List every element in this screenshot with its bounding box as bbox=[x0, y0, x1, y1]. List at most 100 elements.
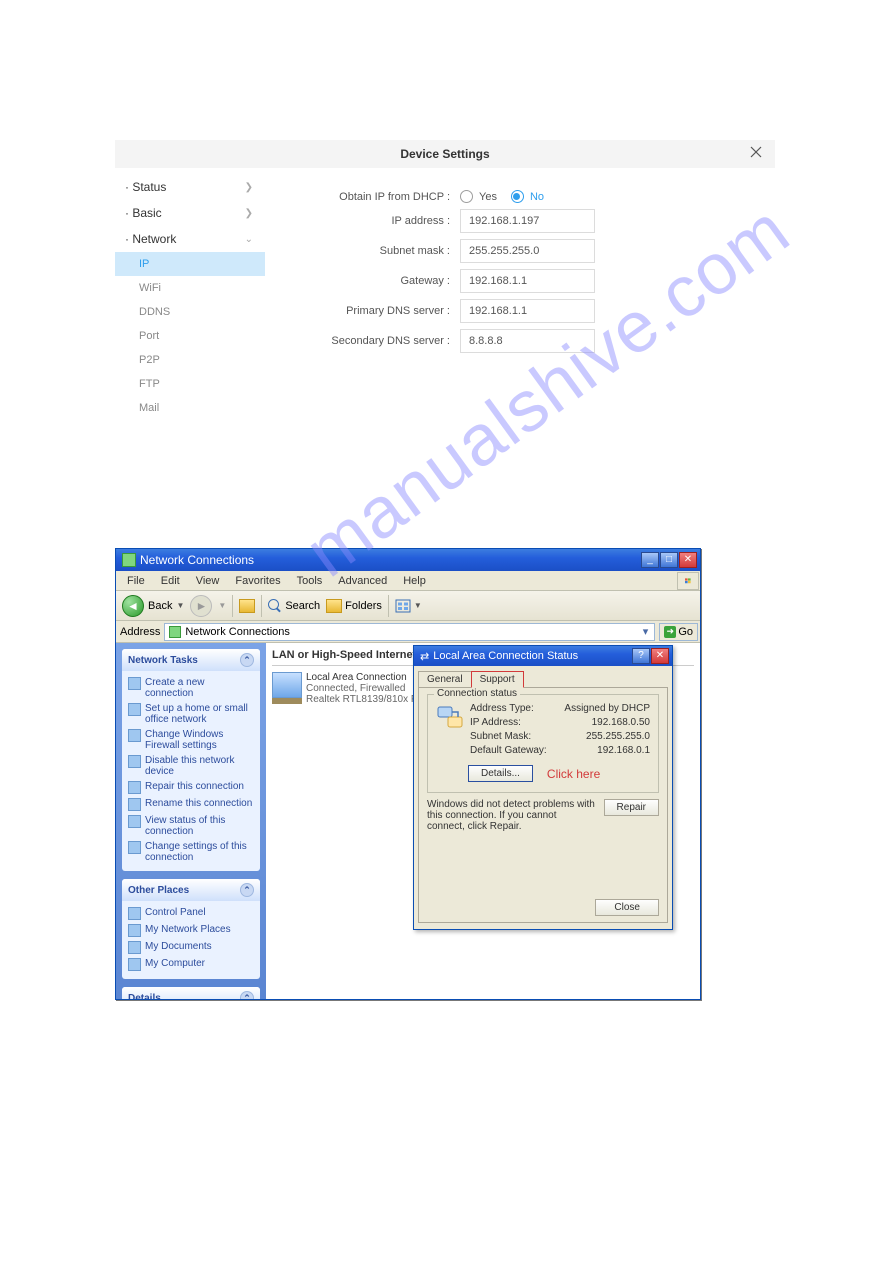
subnet-input[interactable] bbox=[460, 239, 595, 263]
menu-tools[interactable]: Tools bbox=[290, 573, 330, 589]
maximize-button[interactable]: □ bbox=[660, 552, 678, 568]
task-icon bbox=[128, 841, 141, 854]
task-repair[interactable]: Repair this connection bbox=[128, 779, 254, 796]
nav-basic-label: · Basic bbox=[125, 206, 162, 220]
lan-icon bbox=[272, 672, 302, 698]
task-label: Create a new connection bbox=[145, 677, 254, 699]
radio-yes-label: Yes bbox=[479, 191, 497, 203]
go-label: Go bbox=[678, 626, 693, 638]
dhcp-radio-no[interactable]: No bbox=[511, 190, 544, 203]
place-control-panel[interactable]: Control Panel bbox=[128, 905, 254, 922]
dialog-title: Local Area Connection Status bbox=[433, 650, 578, 662]
sdns-label: Secondary DNS server : bbox=[275, 335, 460, 347]
network-tasks-header[interactable]: Network Tasks ⌃ bbox=[122, 649, 260, 671]
close-button[interactable]: ✕ bbox=[679, 552, 697, 568]
back-icon: ◄ bbox=[122, 595, 144, 617]
network-connections-window: Network Connections _ □ ✕ File Edit View… bbox=[115, 548, 701, 1000]
pdns-label: Primary DNS server : bbox=[275, 305, 460, 317]
close-dialog-button[interactable]: Close bbox=[595, 899, 659, 916]
task-firewall[interactable]: Change Windows Firewall settings bbox=[128, 727, 254, 753]
search-button[interactable]: Search bbox=[268, 599, 320, 613]
menu-file[interactable]: File bbox=[120, 573, 152, 589]
nav-network[interactable]: · Network ⌄ bbox=[115, 226, 265, 252]
sdns-input[interactable] bbox=[460, 329, 595, 353]
minimize-button[interactable]: _ bbox=[641, 552, 659, 568]
other-places-box: Other Places ⌃ Control Panel My Network … bbox=[122, 879, 260, 979]
go-button[interactable]: ➜ Go bbox=[659, 623, 698, 641]
nav-basic[interactable]: · Basic ❯ bbox=[115, 200, 265, 226]
place-network-places[interactable]: My Network Places bbox=[128, 922, 254, 939]
nav-sub-ddns[interactable]: DDNS bbox=[115, 300, 265, 324]
nav-sub-ip[interactable]: IP bbox=[115, 252, 265, 276]
divider bbox=[388, 595, 389, 617]
window-titlebar[interactable]: Network Connections _ □ ✕ bbox=[116, 549, 700, 571]
menu-advanced[interactable]: Advanced bbox=[331, 573, 394, 589]
content-area: LAN or High-Speed Internet Local Area Co… bbox=[266, 643, 700, 999]
network-icon bbox=[169, 626, 181, 638]
task-icon bbox=[128, 677, 141, 690]
task-disable[interactable]: Disable this network device bbox=[128, 753, 254, 779]
group-label: Connection status bbox=[434, 688, 520, 699]
connection-status-group: Connection status Address Type:Assigned … bbox=[427, 694, 659, 793]
nav-sub-mail[interactable]: Mail bbox=[115, 396, 265, 420]
place-icon bbox=[128, 924, 141, 937]
place-my-documents[interactable]: My Documents bbox=[128, 939, 254, 956]
repair-button[interactable]: Repair bbox=[604, 799, 659, 816]
pdns-input[interactable] bbox=[460, 299, 595, 323]
divider bbox=[261, 595, 262, 617]
place-icon bbox=[128, 907, 141, 920]
dhcp-radio-yes[interactable]: Yes bbox=[460, 190, 497, 203]
forward-button[interactable]: ► bbox=[190, 595, 212, 617]
nav-sub-p2p[interactable]: P2P bbox=[115, 348, 265, 372]
tab-support[interactable]: Support bbox=[471, 671, 524, 688]
search-icon bbox=[268, 599, 282, 613]
help-button[interactable]: ? bbox=[632, 648, 650, 664]
place-label: Control Panel bbox=[145, 907, 206, 918]
views-button[interactable]: ▼ bbox=[395, 599, 422, 613]
dialog-titlebar[interactable]: ⇄ Local Area Connection Status ? ✕ bbox=[414, 646, 672, 666]
tab-panel: Connection status Address Type:Assigned … bbox=[418, 687, 668, 923]
back-button[interactable]: ◄ Back ▼ bbox=[122, 595, 184, 617]
chevron-down-icon: ▼ bbox=[218, 601, 226, 610]
address-input[interactable]: Network Connections ▾ bbox=[164, 623, 655, 641]
details-button[interactable]: Details... bbox=[468, 765, 533, 782]
up-button[interactable] bbox=[239, 599, 255, 613]
collapse-icon: ⌃ bbox=[240, 653, 254, 667]
gw-value: 192.168.0.1 bbox=[597, 745, 650, 756]
task-create-connection[interactable]: Create a new connection bbox=[128, 675, 254, 701]
task-view-status[interactable]: View status of this connection bbox=[128, 813, 254, 839]
settings-form: Obtain IP from DHCP : Yes No IP address bbox=[265, 168, 775, 428]
menu-favorites[interactable]: Favorites bbox=[228, 573, 287, 589]
chevron-down-icon[interactable]: ▾ bbox=[641, 625, 651, 638]
collapse-icon: ⌃ bbox=[240, 883, 254, 897]
other-places-header[interactable]: Other Places ⌃ bbox=[122, 879, 260, 901]
details-title: Details bbox=[128, 993, 161, 1000]
task-rename[interactable]: Rename this connection bbox=[128, 796, 254, 813]
chevron-right-icon: ❯ bbox=[245, 208, 253, 219]
menu-help[interactable]: Help bbox=[396, 573, 433, 589]
task-icon bbox=[128, 798, 141, 811]
ip-input[interactable] bbox=[460, 209, 595, 233]
folders-label: Folders bbox=[345, 600, 382, 612]
task-setup-network[interactable]: Set up a home or small office network bbox=[128, 701, 254, 727]
close-button[interactable]: ✕ bbox=[651, 648, 669, 664]
search-label: Search bbox=[285, 600, 320, 612]
task-label: View status of this connection bbox=[145, 815, 254, 837]
details-header[interactable]: Details ⌃ bbox=[122, 987, 260, 999]
menu-edit[interactable]: Edit bbox=[154, 573, 187, 589]
tab-general[interactable]: General bbox=[418, 671, 472, 688]
annotation-text: Click here bbox=[547, 767, 600, 781]
nav-sub-wifi[interactable]: WiFi bbox=[115, 276, 265, 300]
task-label: Repair this connection bbox=[145, 781, 244, 792]
chevron-right-icon: ❯ bbox=[245, 182, 253, 193]
close-button[interactable] bbox=[747, 144, 765, 162]
gateway-input[interactable] bbox=[460, 269, 595, 293]
menu-view[interactable]: View bbox=[189, 573, 227, 589]
task-change-settings[interactable]: Change settings of this connection bbox=[128, 839, 254, 865]
nav-sub-port[interactable]: Port bbox=[115, 324, 265, 348]
toolbar: ◄ Back ▼ ► ▼ Search Folders bbox=[116, 591, 700, 621]
place-my-computer[interactable]: My Computer bbox=[128, 956, 254, 973]
nav-sub-ftp[interactable]: FTP bbox=[115, 372, 265, 396]
nav-status[interactable]: · Status ❯ bbox=[115, 174, 265, 200]
folders-button[interactable]: Folders bbox=[326, 599, 382, 613]
